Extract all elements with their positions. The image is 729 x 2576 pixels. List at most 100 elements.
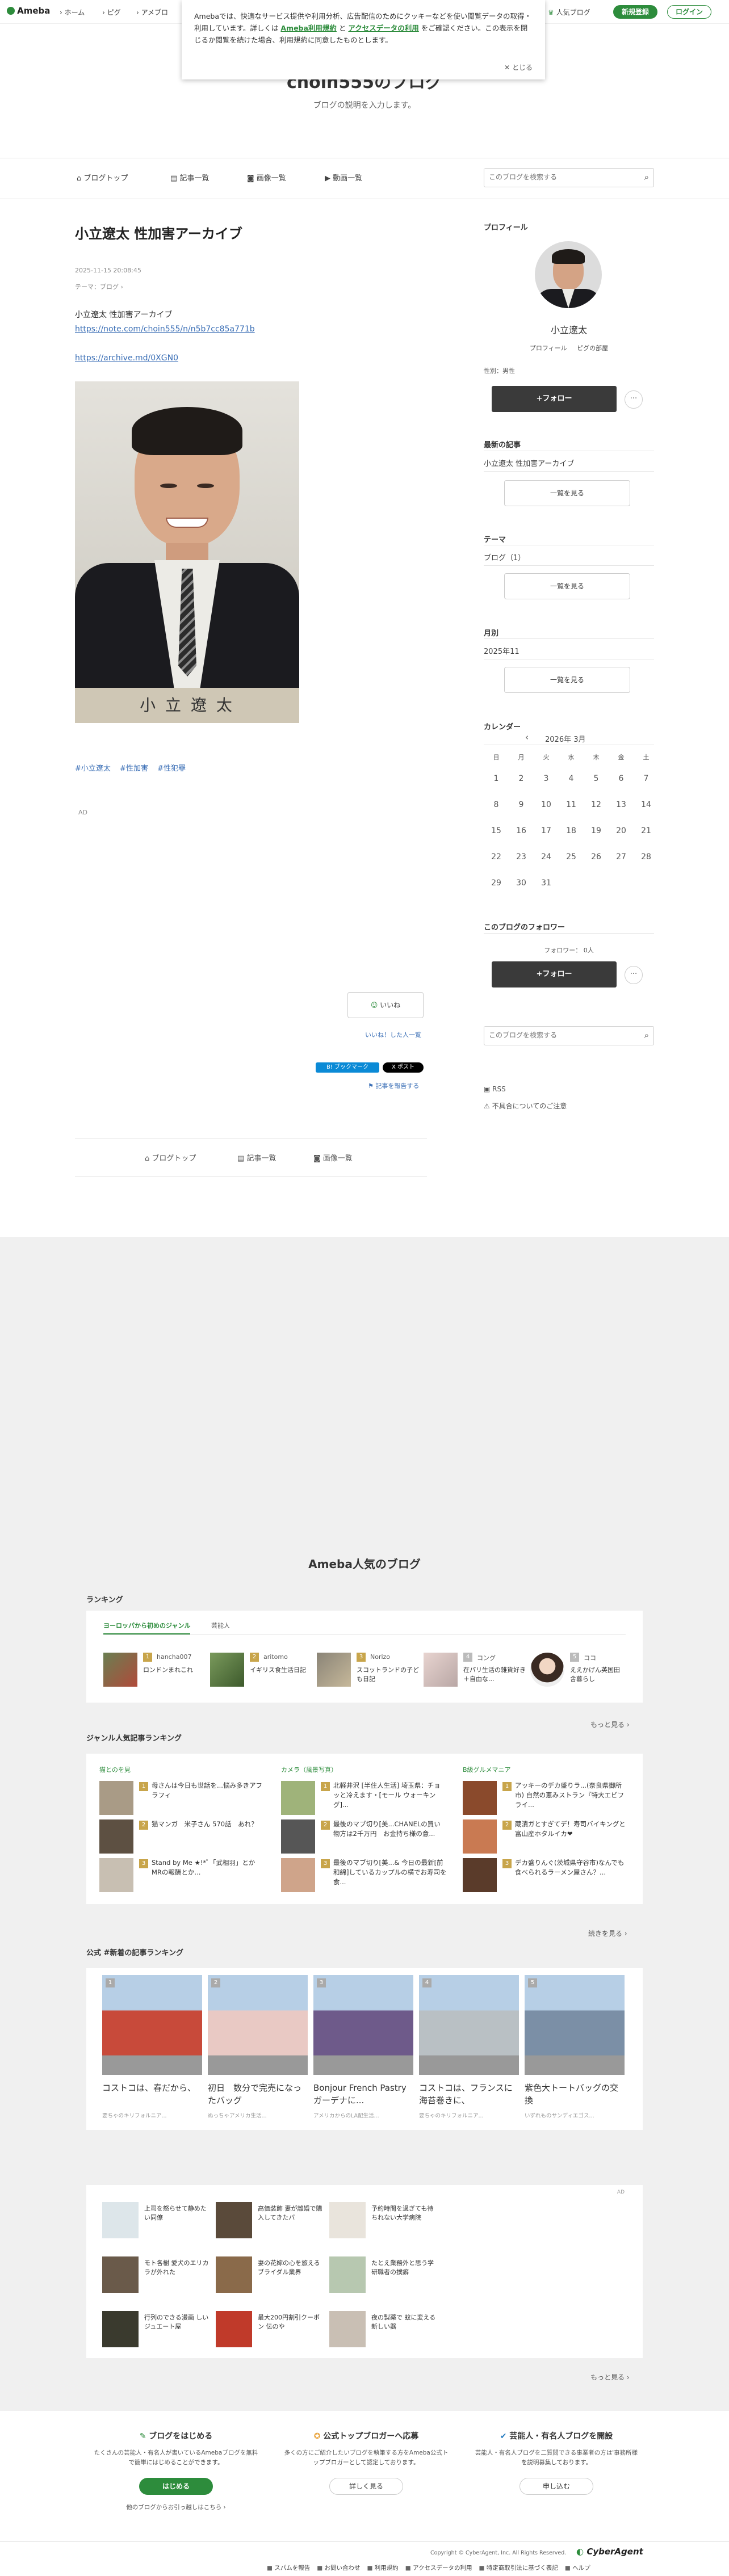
ranking-item[interactable]: 2 aritomo イギリス食生活日記 xyxy=(210,1653,312,1687)
genre-article[interactable]: 3 Stand by Me ★!*ﾟ「武相羽」とかMRの報酬とか... xyxy=(99,1858,270,1892)
genre-more-link[interactable]: 続きを見る › xyxy=(588,1928,627,1938)
hashtag-2[interactable]: #性加害 xyxy=(120,764,148,773)
search-icon[interactable]: ⌕ xyxy=(644,172,649,182)
like-list-link[interactable]: いいね！した人一覧 xyxy=(365,1030,421,1039)
profile-link[interactable]: プロフィール xyxy=(530,344,567,352)
report-issue-link[interactable]: ⚠ 不具合についてのご注意 xyxy=(484,1101,567,1111)
genre-article[interactable]: 2 猫マンガ 米子さん 570話 あれ？ xyxy=(99,1819,270,1854)
ad-item[interactable]: 妻の花嫁の心を旅えるブライダル業界 xyxy=(216,2256,324,2293)
genre-article[interactable]: 1 母さんは今日も世話を...悩み多きアフラフィ xyxy=(99,1781,270,1815)
genre-article[interactable]: 2 最後のマブ切り[美...CHANELの買い物方は2千万円 お金持ち様の意... xyxy=(281,1819,451,1854)
footer-link[interactable]: ■ 利用規約 xyxy=(367,2565,399,2571)
theme-list-button[interactable]: 一覧を見る xyxy=(504,573,630,599)
bottom-nav-entry-list[interactable]: ▤ 記事一覧 xyxy=(237,1152,276,1163)
genre-name[interactable]: カメラ（風景写真） xyxy=(281,1765,337,1774)
popular-blog-link[interactable]: ♛ 人気ブログ xyxy=(548,7,590,17)
bottom-nav-image-list[interactable]: ◙ 画像一覧 xyxy=(313,1152,353,1163)
top-blogger-details-button[interactable]: 詳しく見る xyxy=(329,2478,403,2495)
more-options-icon[interactable]: ··· xyxy=(625,390,643,409)
monthly-list-button[interactable]: 一覧を見る xyxy=(504,667,630,693)
nav-blog-top[interactable]: ⌂ ブログトップ xyxy=(77,172,128,183)
official-ranking-item[interactable]: 3 Bonjour French Pastry ガーデナに... アメリカからのLA… xyxy=(313,1975,415,2125)
migration-link[interactable]: 他のブログからお引っ越しはこちら › xyxy=(82,2503,270,2511)
nav-entry-list[interactable]: ▤ 記事一覧 xyxy=(170,172,209,183)
article-theme[interactable]: テーマ：ブログ › xyxy=(75,282,123,291)
profile-avatar[interactable] xyxy=(535,241,602,308)
ranking-item[interactable]: 5 ココ ええかげん英国田舎暮らし xyxy=(530,1653,626,1687)
genre-article[interactable]: 3 デカ盛りんぐ(茨城県守谷市)なんでも食べられるラーメン屋さん？... xyxy=(463,1858,633,1892)
profile-name[interactable]: 小立遼太 xyxy=(484,322,654,336)
ameba-logo[interactable]: Ameba xyxy=(7,6,50,16)
footer-link[interactable]: ■ スパムを報告 xyxy=(267,2565,310,2571)
start-blog-button[interactable]: はじめる xyxy=(139,2478,213,2495)
official-ranking-item[interactable]: 5 紫色大トートバッグの交換 いずれものサンディエゴス... xyxy=(525,1975,625,2125)
ad-item[interactable]: 最大200円割引クーポン 伝のや xyxy=(216,2311,324,2347)
follower-count[interactable]: フォロワー： 0人 xyxy=(484,945,654,955)
genre-name[interactable]: B級グルメマニア xyxy=(463,1765,511,1774)
pigg-room-link[interactable]: ピグの部屋 xyxy=(577,344,608,352)
blog-search-input[interactable] xyxy=(484,169,626,186)
ranking-tab-celebrity[interactable]: 芸能人 xyxy=(211,1621,230,1630)
official-ranking-item[interactable]: 4 コストコは、フランスに海苔巻きに、 要ちゃのキリフォルニア... xyxy=(419,1975,519,2125)
genre-article[interactable]: 1 アッキーのデカ盛りラ...(奈良県御所市) 自然の恵みストラン『特大エビフライ… xyxy=(463,1781,633,1815)
article-title[interactable]: 小立遼太 性加害アーカイブ xyxy=(75,222,242,242)
genre-article[interactable]: 2 蔵漬ガとすぎてデ！寿司バイキングと富山産ホタルイカ❤ xyxy=(463,1819,633,1854)
nav-ameblo[interactable]: › アメブロ xyxy=(136,7,168,17)
footer-link[interactable]: ■ 特定商取引法に基づく表記 xyxy=(479,2565,558,2571)
footer-link[interactable]: ■ ヘルプ xyxy=(565,2565,590,2571)
ad-item[interactable]: モト各樹 愛犬のエリカラが外れた xyxy=(102,2256,210,2293)
x-post-button[interactable]: X ポスト xyxy=(383,1062,424,1073)
genre-name[interactable]: 猫とのを見 xyxy=(99,1765,131,1774)
hashtag-3[interactable]: #性犯罪 xyxy=(157,764,186,773)
access-data-link[interactable]: アクセスデータの利用 xyxy=(348,24,418,32)
nav-video-list[interactable]: ▶ 動画一覧 xyxy=(325,172,362,183)
ranking-item[interactable]: 3 Norizo スコットランドの子ども日記 xyxy=(317,1653,419,1687)
close-cookie-button[interactable]: ✕ とじる xyxy=(504,62,533,74)
hashtag-1[interactable]: #小立遼太 xyxy=(75,764,111,773)
ad-item[interactable]: 夜の製薬で 蚊に変える新しい器 xyxy=(329,2311,437,2347)
ad-item[interactable]: たとえ業務外と思う学研職者の撲癖 xyxy=(329,2256,437,2293)
genre-article[interactable]: 3 最後のマブ切り[美...& 今日の最新[前和綿]しているカップルの横でお寿司を… xyxy=(281,1858,451,1892)
official-ranking-item[interactable]: 1 コストコは、春だから、 要ちゃのキリフォルニア... xyxy=(102,1975,202,2125)
login-button[interactable]: ログイン xyxy=(667,5,711,19)
ad-item[interactable]: 上司を怒らせて静めたい同僚 xyxy=(102,2202,210,2238)
theme-item-link[interactable]: ブログ（1） xyxy=(484,552,525,562)
monthly-item-link[interactable]: 2025年11 xyxy=(484,645,519,656)
ranking-item[interactable]: 1 hancha007 ロンドンまれこれ xyxy=(103,1653,206,1687)
follow-button[interactable]: +フォロー xyxy=(492,386,617,412)
nav-pigg[interactable]: › ピグ xyxy=(102,7,121,17)
ranking-list: 1 hancha007 ロンドンまれこれ 2 aritomo イギリス食生活日記… xyxy=(103,1653,626,1692)
rss-link[interactable]: ▣ RSS xyxy=(484,1085,506,1093)
ranking-tab-europe[interactable]: ヨーロッパから初めのジャンル xyxy=(103,1621,191,1634)
cyberagent-logo[interactable]: ◐ CyberAgent xyxy=(576,2546,643,2557)
more-options-icon[interactable]: ··· xyxy=(625,966,643,984)
article-photo[interactable]: 小 立 遼 太 xyxy=(75,381,299,723)
ad-item[interactable]: 予約時間を過ぎても待ちれない大学病院 xyxy=(329,2202,437,2238)
ad-item[interactable]: 高価装飾 妻が離婚で購入してきたバ xyxy=(216,2202,324,2238)
genre-article[interactable]: 1 北軽井沢 [半住人生活] 埼玉県：チョッと冷えます・[モール ウォーキング].… xyxy=(281,1781,451,1815)
search-icon[interactable]: ⌕ xyxy=(644,1030,649,1040)
latest-entry-link[interactable]: 小立遼太 性加害アーカイブ xyxy=(484,457,574,468)
archive-link[interactable]: https://archive.md/0XGN0 xyxy=(75,354,178,363)
latest-list-button[interactable]: 一覧を見る xyxy=(504,480,630,506)
like-button[interactable]: ☺ いいね xyxy=(347,992,424,1018)
footer-link[interactable]: ■ お問い合わせ xyxy=(317,2565,360,2571)
hatena-bookmark-button[interactable]: B! ブックマーク xyxy=(316,1062,379,1073)
calendar-prev-icon[interactable]: ‹ xyxy=(525,732,529,742)
follow-button-2[interactable]: +フォロー xyxy=(492,961,617,987)
ad-item[interactable]: 行列のできる漫画 しいジュエート屋 xyxy=(102,2311,210,2347)
report-article-link[interactable]: ⚑ 記事を報告する xyxy=(368,1081,419,1090)
ad-more-link[interactable]: もっと見る › xyxy=(590,2372,630,2382)
note-link[interactable]: https://note.com/choin555/n/n5b7cc85a771… xyxy=(75,325,255,334)
nav-home[interactable]: › ホーム xyxy=(60,7,85,17)
ranking-item[interactable]: 4 コング 在パリ生活の雑貨好き＋自由な... xyxy=(424,1653,526,1687)
terms-link[interactable]: Ameba利用規約 xyxy=(280,24,337,32)
ranking-more-link[interactable]: もっと見る › xyxy=(590,1720,630,1729)
nav-image-list[interactable]: ◙ 画像一覧 xyxy=(247,172,286,183)
official-ranking-item[interactable]: 2 初日 数分で完売になったバッグ ぬっちゃアメリカ生活... xyxy=(208,1975,308,2125)
celebrity-apply-button[interactable]: 申し込む xyxy=(519,2478,593,2495)
bottom-nav-blog-top[interactable]: ⌂ ブログトップ xyxy=(145,1152,196,1163)
signup-button[interactable]: 新規登録 xyxy=(613,5,657,19)
footer-link[interactable]: ■ アクセスデータの利用 xyxy=(405,2565,472,2571)
sidebar-search-input[interactable] xyxy=(484,1027,626,1044)
